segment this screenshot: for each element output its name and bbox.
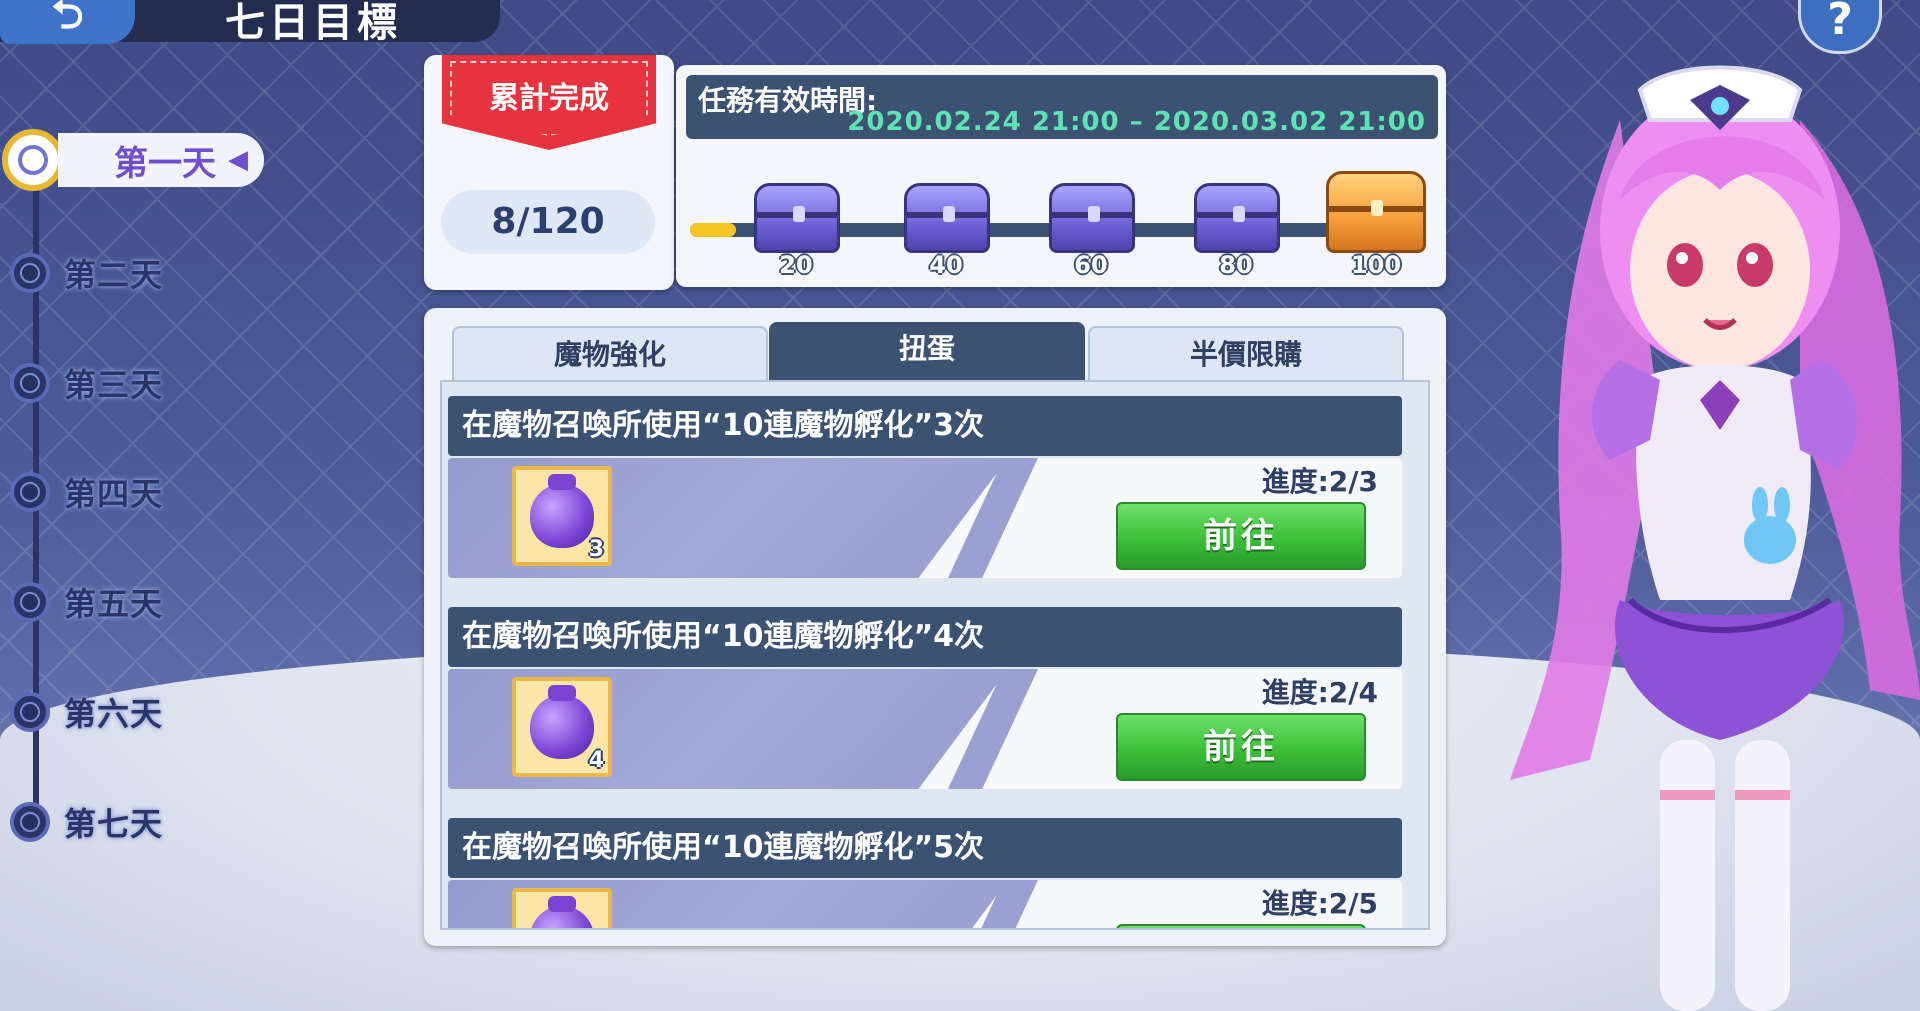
day-tab-3[interactable]: 第三天 (10, 358, 163, 408)
day-tab-7[interactable]: 第七天 (10, 797, 163, 847)
title-bar: ⮌ 七日目標 (0, 0, 500, 46)
milestone-label: 80 (1219, 251, 1253, 279)
reward-slot[interactable]: 3 (512, 466, 612, 566)
maid-character-illustration (1510, 65, 1920, 1011)
day-label: 第二天 (64, 256, 164, 294)
go-button[interactable]: 前往 (1116, 502, 1366, 570)
day-node-icon (2, 129, 64, 191)
task-title: 在魔物召喚所使用“10連魔物孵化”5次 (448, 818, 1402, 878)
day-label: 第五天 (64, 585, 164, 623)
back-button[interactable]: ⮌ (0, 0, 135, 44)
task-panel: 魔物強化 扭蛋 半價限購 在魔物召喚所使用“10連魔物孵化”3次 3 進度:2/… (424, 308, 1446, 946)
tab-half-price[interactable]: 半價限購 (1088, 326, 1404, 380)
task-list[interactable]: 在魔物召喚所使用“10連魔物孵化”3次 3 進度:2/3 前往 在魔物召喚所使用… (440, 380, 1430, 930)
day-label: 第一天 (58, 133, 264, 187)
gold-chest-icon[interactable] (1326, 171, 1426, 253)
purple-chest-icon[interactable] (1194, 183, 1280, 253)
cumulative-ribbon: 累計完成 (442, 55, 656, 150)
monster-egg-bag-icon (530, 474, 594, 548)
day-node-icon (10, 582, 50, 622)
validity-bar: 任務有效時間: 2020.02.24 21:00 – 2020.03.02 21… (686, 75, 1438, 139)
milestone-track-fill (690, 223, 737, 237)
cumulative-title: 累計完成 (489, 81, 609, 116)
cumulative-value: 8/120 (441, 190, 655, 254)
day-tab-5[interactable]: 第五天 (10, 577, 163, 627)
reward-count: 4 (588, 748, 604, 773)
tab-gacha[interactable]: 扭蛋 (769, 322, 1085, 380)
day-label: 第六天 (64, 695, 164, 733)
milestone-label: 20 (779, 251, 813, 279)
go-button[interactable]: 前往 (1116, 924, 1366, 928)
validity-value: 2020.02.24 21:00 – 2020.03.02 21:00 (847, 107, 1426, 137)
reward-count: 3 (588, 537, 604, 562)
task-body: 4 進度:2/4 前往 (448, 669, 1402, 789)
task-row: 在魔物召喚所使用“10連魔物孵化”5次 進度:2/5 前往 (448, 818, 1422, 928)
page-title: 七日目標 (225, 0, 401, 46)
day-tab-1[interactable]: 第一天 (2, 129, 264, 191)
task-row: 在魔物召喚所使用“10連魔物孵化”3次 3 進度:2/3 前往 (448, 396, 1422, 592)
purple-chest-icon[interactable] (904, 183, 990, 253)
day-label: 第三天 (64, 366, 164, 404)
task-row: 在魔物召喚所使用“10連魔物孵化”4次 4 進度:2/4 前往 (448, 607, 1422, 803)
day-node-icon (10, 363, 50, 403)
task-title: 在魔物召喚所使用“10連魔物孵化”4次 (448, 607, 1402, 667)
reward-slot[interactable]: 4 (512, 677, 612, 777)
purple-chest-icon[interactable] (754, 183, 840, 253)
return-arrow-icon: ⮌ (51, 0, 84, 38)
day-node-icon (10, 472, 50, 512)
day-tab-6[interactable]: 第六天 (10, 687, 163, 737)
task-progress: 進度:2/3 (1261, 465, 1378, 498)
milestone-label: 100 (1350, 251, 1402, 279)
day-label: 第四天 (64, 475, 164, 513)
task-title: 在魔物召喚所使用“10連魔物孵化”3次 (448, 396, 1402, 456)
day-tab-2[interactable]: 第二天 (10, 248, 163, 298)
task-body: 進度:2/5 前往 (448, 880, 1402, 928)
milestone-label: 60 (1074, 251, 1108, 279)
tab-monster-upgrade[interactable]: 魔物強化 (452, 326, 768, 380)
milestone-label: 40 (929, 251, 963, 279)
day-node-icon (10, 692, 50, 732)
monster-egg-bag-icon (530, 896, 594, 928)
go-button[interactable]: 前往 (1116, 713, 1366, 781)
day-label: 第七天 (64, 805, 164, 843)
purple-chest-icon[interactable] (1049, 183, 1135, 253)
milestone-panel: 任務有效時間: 2020.02.24 21:00 – 2020.03.02 21… (676, 65, 1446, 287)
task-progress: 進度:2/5 (1261, 887, 1378, 920)
cumulative-panel: 累計完成 8/120 (424, 55, 674, 290)
day-node-icon (10, 802, 50, 842)
day-node-icon (10, 253, 50, 293)
day-tab-4[interactable]: 第四天 (10, 467, 163, 517)
monster-egg-bag-icon (530, 685, 594, 759)
task-progress: 進度:2/4 (1261, 676, 1378, 709)
reward-slot[interactable] (512, 888, 612, 928)
task-body: 3 進度:2/3 前往 (448, 458, 1402, 578)
